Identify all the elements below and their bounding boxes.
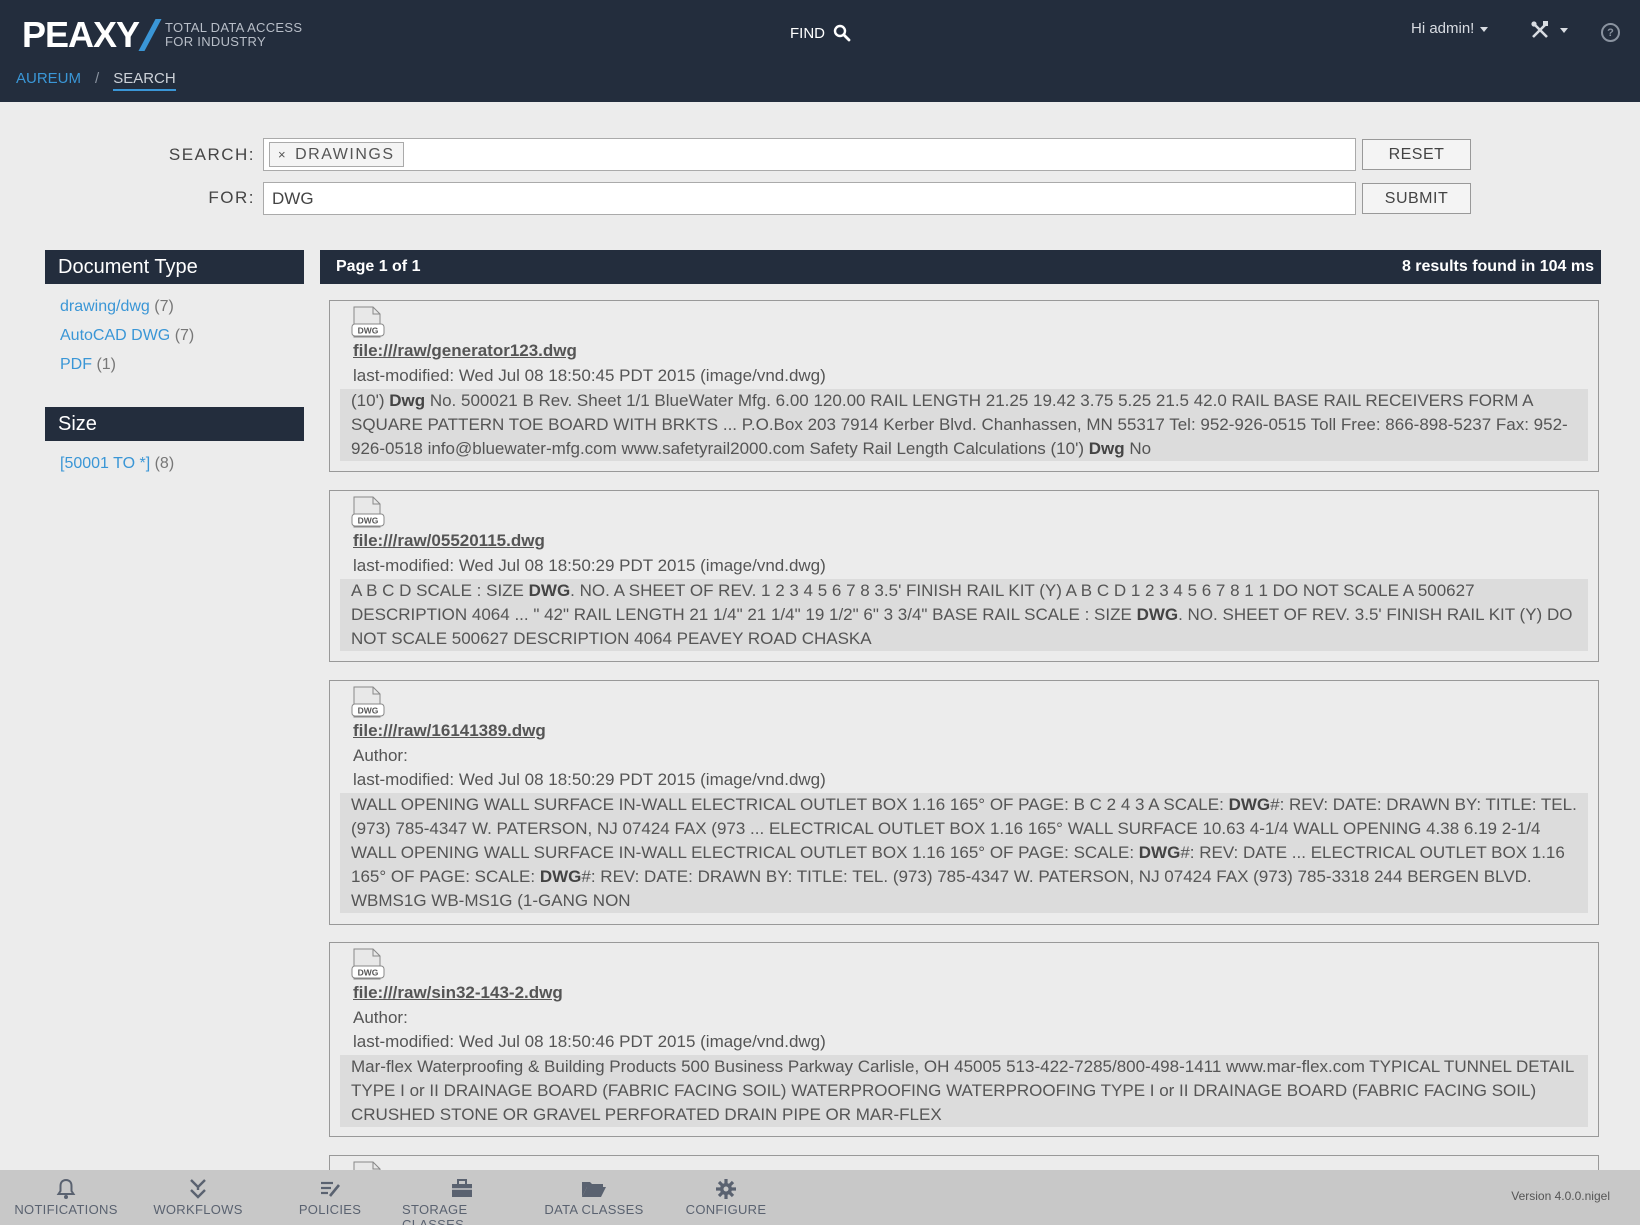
facet-link[interactable]: PDF — [60, 356, 92, 373]
nav-storage-classes[interactable]: STORAGE CLASSES — [402, 1176, 522, 1225]
user-greeting: Hi admin! — [1411, 20, 1475, 37]
result-card: DWG file:///raw/generator123.dwg last-mo… — [329, 300, 1599, 472]
search-label: SEARCH: — [168, 145, 255, 164]
find-button[interactable]: FIND — [790, 24, 851, 42]
result-card: DWG file:///raw/05520115.dwg last-modifi… — [329, 490, 1599, 662]
find-label: FIND — [790, 24, 825, 42]
dwg-icon-label: DWG — [358, 326, 379, 336]
facet-document-type-header: Document Type — [45, 250, 304, 284]
result-card: DWG file:///raw/16141389.dwg Author: las… — [329, 680, 1599, 925]
reset-button[interactable]: RESET — [1362, 139, 1471, 170]
page-indicator: Page 1 of 1 — [336, 258, 421, 275]
chevron-down-icon — [1560, 27, 1568, 33]
logo-slash-mark — [138, 19, 162, 51]
nav-configure[interactable]: CONFIGURE — [676, 1176, 776, 1217]
dwg-file-icon: DWG — [351, 496, 385, 528]
dwg-icon-label: DWG — [358, 968, 379, 978]
search-scope-input[interactable]: × DRAWINGS — [263, 138, 1356, 171]
breadcrumb-search[interactable]: SEARCH — [113, 70, 176, 91]
tagline-line-2: FOR INDUSTRY — [165, 34, 266, 49]
breadcrumb: AUREUM / SEARCH — [16, 70, 176, 91]
gear-icon — [715, 1176, 737, 1202]
result-last-modified: last-modified: Wed Jul 08 18:50:45 PDT 2… — [353, 366, 826, 385]
tools-menu[interactable] — [1530, 20, 1568, 40]
logo-wordmark: PEAXY — [22, 14, 140, 55]
result-file-link[interactable]: file:///raw/05520115.dwg — [353, 531, 545, 551]
facet-count: (7) — [154, 298, 174, 315]
result-file-link[interactable]: file:///raw/generator123.dwg — [353, 341, 577, 361]
result-last-modified: last-modified: Wed Jul 08 18:50:46 PDT 2… — [353, 1032, 826, 1051]
nav-policies[interactable]: POLICIES — [280, 1176, 380, 1217]
folder-icon — [581, 1176, 607, 1202]
dwg-file-icon: DWG — [351, 686, 385, 718]
submit-button[interactable]: SUBMIT — [1362, 183, 1471, 214]
result-snippet: A B C D SCALE : SIZE DWG. NO. A SHEET OF… — [340, 579, 1588, 651]
result-snippet: WALL OPENING WALL SURFACE IN-WALL ELECTR… — [340, 793, 1588, 913]
chip-label: DRAWINGS — [295, 145, 395, 163]
nav-label: POLICIES — [298, 1202, 362, 1217]
logo-tagline: TOTAL DATA ACCESS FOR INDUSTRY — [165, 21, 302, 49]
help-icon[interactable]: ? — [1601, 23, 1620, 42]
bell-icon — [56, 1176, 76, 1202]
chevron-down-icon — [1480, 26, 1489, 32]
tagline-line-1: TOTAL DATA ACCESS — [165, 20, 303, 35]
nav-label: CONFIGURE — [685, 1202, 767, 1217]
query-input[interactable] — [263, 182, 1356, 215]
dwg-file-icon: DWG — [351, 306, 385, 338]
dwg-file-icon: DWG — [351, 948, 385, 980]
nav-label: WORKFLOWS — [153, 1202, 243, 1217]
dwg-icon-label: DWG — [358, 706, 379, 716]
nav-label: NOTIFICATIONS — [14, 1202, 118, 1217]
result-last-modified: last-modified: Wed Jul 08 18:50:29 PDT 2… — [353, 770, 826, 789]
facet-item-drawing-dwg[interactable]: drawing/dwg (7) — [60, 298, 174, 316]
facet-count: (7) — [174, 327, 195, 344]
nav-label: DATA CLASSES — [544, 1202, 644, 1217]
scope-chip-drawings: × DRAWINGS — [269, 142, 404, 167]
result-snippet: (10') Dwg No. 500021 B Rev. Sheet 1/1 Bl… — [340, 389, 1588, 461]
facet-item-autocad-dwg[interactable]: AutoCAD DWG (7) — [60, 327, 194, 345]
tools-icon — [1531, 21, 1548, 38]
facet-item-pdf[interactable]: PDF (1) — [60, 356, 116, 374]
dwg-icon-label: DWG — [358, 516, 379, 526]
results-header: Page 1 of 1 8 results found in 104 ms — [320, 250, 1601, 284]
result-last-modified: last-modified: Wed Jul 08 18:50:29 PDT 2… — [353, 556, 826, 575]
peaxy-logo[interactable]: PEAXY TOTAL DATA ACCESS FOR INDUSTRY — [22, 14, 302, 56]
result-file-link[interactable]: file:///raw/sin32-143-2.dwg — [353, 983, 563, 1003]
result-card: DWG file:///raw/sin32-143-2.dwg Author: … — [329, 942, 1599, 1137]
workflow-icon — [188, 1176, 208, 1202]
result-author: Author: — [353, 1008, 408, 1027]
facet-item-size-range[interactable]: [50001 TO *] (8) — [60, 455, 174, 473]
facet-link[interactable]: drawing/dwg — [60, 298, 150, 315]
result-snippet: Mar-flex Waterproofing & Building Produc… — [340, 1055, 1588, 1127]
facet-count: (8) — [154, 455, 175, 472]
nav-data-classes[interactable]: DATA CLASSES — [544, 1176, 644, 1217]
version-label: Version 4.0.0.nigel — [1511, 1189, 1610, 1203]
facet-link[interactable]: AutoCAD DWG — [60, 327, 170, 344]
search-icon — [833, 24, 851, 42]
chip-remove-icon[interactable]: × — [278, 147, 287, 162]
results-summary: 8 results found in 104 ms — [1401, 258, 1594, 275]
breadcrumb-aureum[interactable]: AUREUM — [16, 70, 81, 91]
breadcrumb-separator: / — [95, 70, 100, 87]
briefcase-icon — [451, 1176, 473, 1202]
policy-icon — [319, 1176, 341, 1202]
bottom-nav: NOTIFICATIONS WORKFLOWS POLICIES STORAGE… — [0, 1170, 1640, 1225]
nav-notifications[interactable]: NOTIFICATIONS — [14, 1176, 118, 1217]
result-file-link[interactable]: file:///raw/16141389.dwg — [353, 721, 546, 741]
nav-workflows[interactable]: WORKFLOWS — [148, 1176, 248, 1217]
result-author: Author: — [353, 746, 408, 765]
for-label: FOR: — [208, 188, 255, 207]
facet-count: (1) — [96, 356, 117, 373]
nav-label: STORAGE CLASSES — [402, 1202, 468, 1225]
facet-link[interactable]: [50001 TO *] — [60, 455, 150, 472]
facet-size-header: Size — [45, 407, 304, 441]
top-header: PEAXY TOTAL DATA ACCESS FOR INDUSTRY FIN… — [0, 0, 1640, 102]
user-menu[interactable]: Hi admin! — [1411, 20, 1489, 37]
